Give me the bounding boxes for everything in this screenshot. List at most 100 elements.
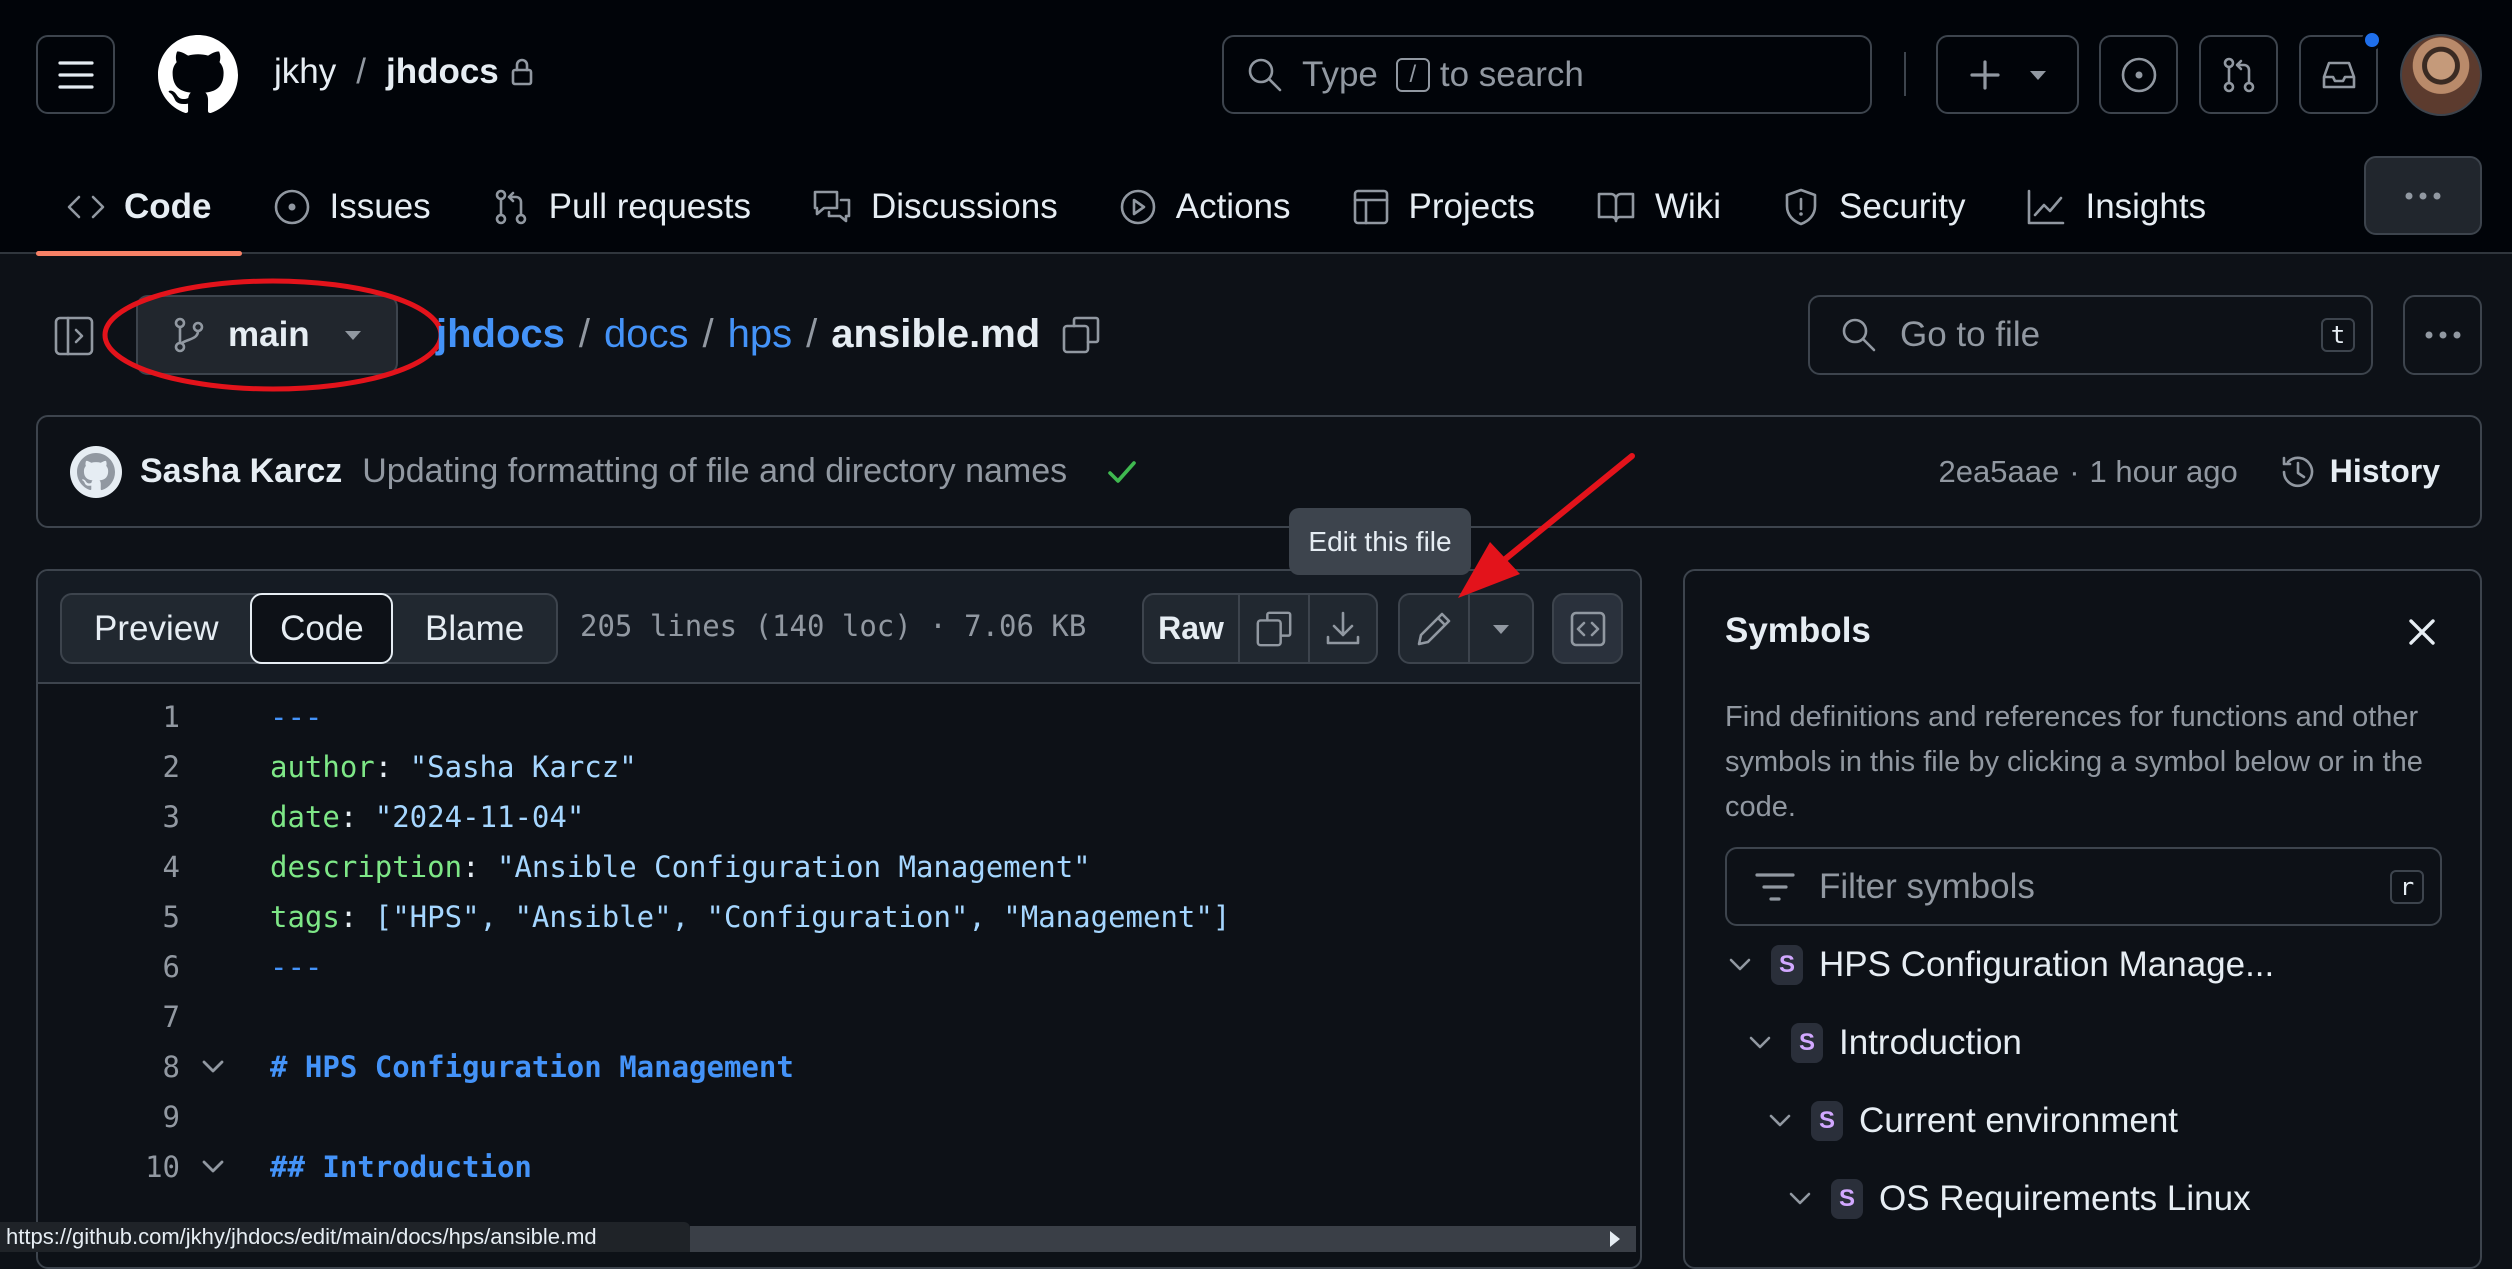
expand-file-tree-button[interactable] (52, 314, 96, 358)
symbol-label: Current environment (1859, 1101, 2179, 1140)
raw-actions-group: Raw (1142, 593, 1378, 664)
fold-chevron-icon[interactable] (198, 1152, 228, 1182)
tab-label: Insights (2085, 187, 2207, 226)
repo-link[interactable]: jhdocs (386, 52, 499, 92)
symbols-description: Find definitions and references for func… (1725, 701, 2423, 823)
tab-security[interactable]: Security (1751, 160, 1995, 254)
symbol-item[interactable]: S Current environment (1765, 1101, 2178, 1141)
discussions-icon (813, 190, 851, 223)
latest-commit-bar: Sasha Karcz Updating formatting of file … (36, 415, 2482, 528)
tab-code-view[interactable]: Code (250, 593, 394, 664)
close-icon[interactable] (2405, 615, 2439, 649)
history-button[interactable]: History (2278, 452, 2440, 492)
path-docs-link[interactable]: docs (604, 312, 689, 357)
scroll-right-arrow-icon (1610, 1231, 1620, 1247)
fold-chevron-icon[interactable] (198, 1052, 228, 1082)
download-button[interactable] (1310, 609, 1376, 649)
symbol-item[interactable]: S OS Requirements Linux (1785, 1179, 2251, 1219)
line-number[interactable]: 8 (38, 1050, 180, 1084)
line-number[interactable]: 7 (38, 1000, 180, 1034)
yaml-separator: : (339, 900, 375, 934)
hamburger-icon (57, 60, 94, 89)
symbol-item[interactable]: S Introduction (1745, 1023, 2022, 1063)
tab-label: Issues (329, 187, 431, 226)
tab-projects[interactable]: Projects (1321, 160, 1565, 254)
line-content: --- (270, 700, 322, 734)
line-number[interactable]: 10 (38, 1150, 180, 1184)
go-to-file-placeholder: Go to file (1900, 315, 2041, 354)
line-text: --- (270, 950, 323, 984)
more-tabs-button[interactable] (2364, 156, 2482, 235)
path-separator: / (702, 312, 714, 356)
caret-down-icon (2029, 70, 2046, 80)
tab-wiki[interactable]: Wiki (1565, 160, 1751, 254)
line-number[interactable]: 1 (38, 700, 180, 734)
line-content: --- (270, 950, 322, 984)
path-repo-link[interactable]: jhdocs (436, 312, 565, 357)
copy-raw-button[interactable] (1240, 595, 1310, 662)
check-icon[interactable] (1105, 455, 1139, 489)
symbol-label: HPS Configuration Manage... (1819, 945, 2275, 984)
line-number[interactable]: 4 (38, 850, 180, 884)
tab-preview[interactable]: Preview (62, 593, 250, 664)
issue-icon (274, 189, 309, 225)
line-number[interactable]: 3 (38, 800, 180, 834)
book-icon (1597, 192, 1635, 223)
more-file-options-button[interactable] (2403, 295, 2482, 375)
symbol-label: Introduction (1839, 1023, 2022, 1062)
code-icon (67, 195, 105, 219)
code-line: 4 description: "Ansible Configuration Man… (38, 842, 1640, 892)
tab-label: Projects (1408, 187, 1535, 226)
link-status-bar: https://github.com/jkhy/jhdocs/edit/main… (0, 1222, 690, 1252)
search-placeholder-post: to search (1439, 54, 1584, 94)
menu-button[interactable] (36, 35, 115, 114)
chevron-down-icon (1789, 1192, 1811, 1205)
commit-author[interactable]: Sasha Karcz (140, 452, 342, 491)
filter-symbols-input[interactable]: Filter symbols r (1725, 847, 2442, 926)
author-avatar[interactable] (70, 445, 122, 498)
create-new-button[interactable] (1936, 35, 2079, 114)
tab-discussions[interactable]: Discussions (781, 160, 1088, 254)
commit-sha[interactable]: 2ea5aae (1939, 454, 2060, 490)
file-stats: 205 lines (140 loc) · 7.06 KB (580, 609, 1087, 643)
horizontal-scrollbar[interactable] (690, 1226, 1636, 1252)
yaml-key: date (270, 800, 340, 834)
issues-button[interactable] (2099, 35, 2178, 114)
owner-link[interactable]: jkhy (274, 52, 336, 92)
tab-actions[interactable]: Actions (1088, 160, 1321, 254)
global-search-input[interactable]: Type / to search (1222, 35, 1872, 114)
pull-requests-button[interactable] (2199, 35, 2278, 114)
go-to-file-input[interactable]: Go to file t (1808, 295, 2373, 375)
pull-request-icon (495, 189, 526, 225)
tab-insights[interactable]: Insights (1995, 160, 2236, 254)
history-icon (2282, 456, 2314, 487)
line-number[interactable]: 6 (38, 950, 180, 984)
tab-blame[interactable]: Blame (393, 593, 556, 664)
shield-icon (1785, 188, 1817, 226)
copy-path-icon[interactable] (1060, 314, 1102, 356)
tab-pull-requests[interactable]: Pull requests (461, 160, 781, 254)
path-hps-link[interactable]: hps (728, 312, 793, 357)
commit-message[interactable]: Updating formatting of file and director… (362, 452, 1067, 491)
edit-dropdown-button[interactable] (1470, 623, 1532, 635)
line-content: author: "Sasha Karcz" (270, 750, 637, 784)
table-icon (1353, 189, 1388, 225)
symbol-kind-badge: S (1811, 1101, 1843, 1141)
tab-code[interactable]: Code (36, 160, 242, 256)
avatar[interactable] (2400, 34, 2482, 116)
tab-label: Code (124, 187, 212, 226)
symbol-item[interactable]: S HPS Configuration Manage... (1725, 945, 2274, 985)
raw-button[interactable]: Raw (1144, 595, 1240, 662)
notification-dot (2362, 30, 2382, 50)
symbol-kind-badge: S (1791, 1023, 1823, 1063)
line-text: --- (270, 700, 323, 734)
tab-issues[interactable]: Issues (242, 160, 461, 254)
line-number[interactable]: 2 (38, 750, 180, 784)
line-number[interactable]: 5 (38, 900, 180, 934)
kebab-horizontal-icon (2425, 331, 2460, 339)
graph-icon (2028, 189, 2065, 225)
yaml-value: "Sasha Karcz" (409, 750, 637, 784)
line-number[interactable]: 9 (38, 1100, 180, 1134)
github-logo[interactable] (158, 35, 238, 115)
yaml-separator: : (339, 800, 375, 834)
